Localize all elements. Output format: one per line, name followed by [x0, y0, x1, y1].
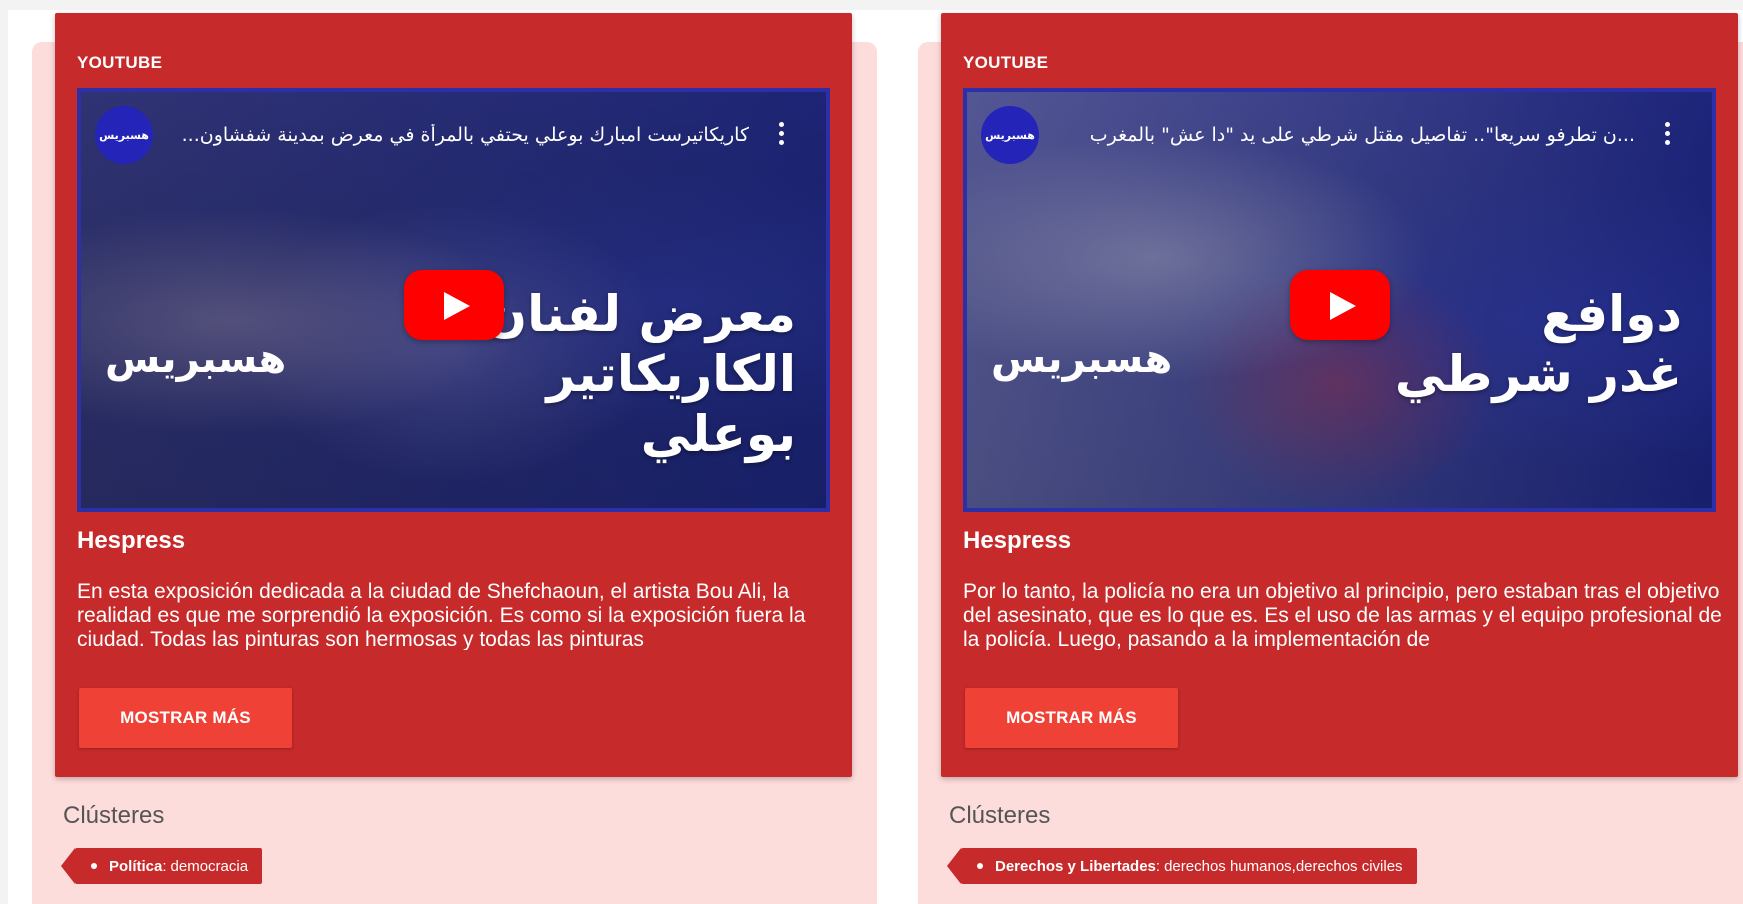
thumbnail-logo-text: هسبريس [991, 336, 1173, 382]
play-icon[interactable] [404, 270, 504, 340]
media-card: YOUTUBE هسبريس كاريكاتيرست امبارك بوعلي … [55, 13, 852, 777]
youtube-video-embed[interactable]: هسبريس كاريكاتيرست امبارك بوعلي يحتفي با… [77, 88, 830, 512]
cluster-tag[interactable]: Política: democracia [60, 848, 263, 884]
thumbnail-headline-line2: غدر شرطي [1394, 345, 1682, 403]
card-description: En esta exposición dedicada a la ciudad … [77, 580, 806, 650]
tag-value: democracia [170, 857, 249, 875]
tag-category: Política [109, 857, 163, 875]
youtube-video-embed[interactable]: هسبريس ...ن تطرفو سريعا".. تفاصيل مقتل ش… [963, 88, 1716, 512]
result-column: YOUTUBE هسبريس ...ن تطرفو سريعا".. تفاصي… [886, 0, 1743, 904]
play-icon[interactable] [1290, 270, 1390, 340]
more-vert-icon[interactable] [776, 122, 786, 150]
video-title[interactable]: ...ن تطرفو سريعا".. تفاصيل مقتل شرطي على… [1055, 124, 1635, 150]
tag-dot-icon [977, 863, 983, 869]
channel-avatar[interactable]: هسبريس [981, 106, 1039, 164]
more-vert-icon[interactable] [1662, 122, 1672, 150]
card-description: Por lo tanto, la policía no era un objet… [963, 580, 1722, 650]
channel-avatar-text: هسبريس [99, 128, 149, 142]
result-column: YOUTUBE هسبريس كاريكاتيرست امبارك بوعلي … [0, 0, 877, 904]
tag-category: Derechos y Libertades [995, 857, 1156, 875]
source-label: YOUTUBE [963, 53, 1049, 72]
thumbnail-headline-line2: الكاريكاتير بوعلي [546, 345, 796, 463]
source-label: YOUTUBE [77, 53, 163, 72]
tag-dot-icon [91, 863, 97, 869]
media-card: YOUTUBE هسبريس ...ن تطرفو سريعا".. تفاصي… [941, 13, 1738, 777]
channel-avatar-text: هسبريس [985, 128, 1035, 142]
clusters-heading: Clústeres [63, 802, 165, 829]
show-more-button[interactable]: MOSTRAR MÁS [965, 688, 1178, 748]
cluster-tag[interactable]: Derechos y Libertades: derechos humanos,… [947, 848, 1417, 884]
tag-value: derechos humanos,derechos civiles [1164, 857, 1403, 875]
card-title: Hespress [963, 527, 1072, 554]
card-title: Hespress [77, 527, 186, 554]
show-more-button[interactable]: MOSTRAR MÁS [79, 688, 292, 748]
channel-avatar[interactable]: هسبريس [95, 106, 153, 164]
thumbnail-logo-text: هسبريس [105, 336, 287, 382]
video-title[interactable]: كاريكاتيرست امبارك بوعلي يحتفي بالمرأة ف… [169, 124, 749, 150]
clusters-heading: Clústeres [949, 802, 1051, 829]
